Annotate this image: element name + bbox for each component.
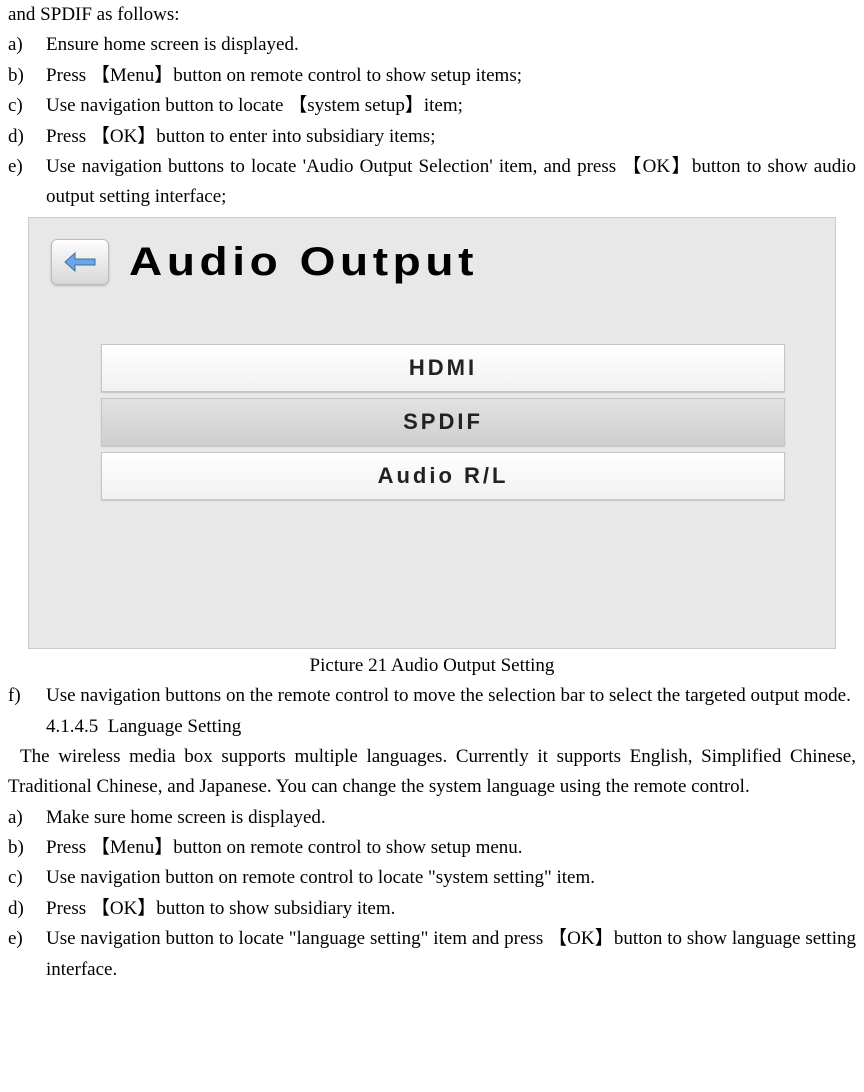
- figure-caption: Picture 21 Audio Output Setting: [8, 651, 856, 681]
- step-text: Press 【OK】button to show subsidiary item…: [46, 894, 856, 924]
- audio-output-figure: Audio Output HDMI SPDIF Audio R/L: [28, 217, 836, 649]
- option-audio-rl[interactable]: Audio R/L: [101, 452, 785, 500]
- section-title: Language Setting: [108, 716, 242, 737]
- step-marker: e): [8, 924, 46, 985]
- step2-d: d) Press 【OK】button to show subsidiary i…: [8, 894, 856, 924]
- step2-b: b) Press 【Menu】button on remote control …: [8, 833, 856, 863]
- back-button[interactable]: [51, 239, 109, 285]
- document-page: and SPDIF as follows: a) Ensure home scr…: [0, 0, 864, 985]
- step-c: c) Use navigation button to locate 【syst…: [8, 91, 856, 121]
- step-text: Use navigation button on remote control …: [46, 863, 856, 893]
- step-e: e) Use navigation buttons to locate 'Aud…: [8, 152, 856, 213]
- step-marker: f): [8, 681, 46, 711]
- audio-output-options: HDMI SPDIF Audio R/L: [101, 344, 785, 506]
- step-a: a) Ensure home screen is displayed.: [8, 30, 856, 60]
- back-arrow-icon: [63, 251, 97, 273]
- step-text: Press 【OK】button to enter into subsidiar…: [46, 122, 856, 152]
- intro-text: and SPDIF as follows:: [8, 0, 856, 30]
- step-marker: b): [8, 833, 46, 863]
- step2-e: e) Use navigation button to locate "lang…: [8, 924, 856, 985]
- step2-a: a) Make sure home screen is displayed.: [8, 803, 856, 833]
- language-paragraph: The wireless media box supports multiple…: [8, 742, 856, 803]
- option-hdmi[interactable]: HDMI: [101, 344, 785, 392]
- section-heading: 4.1.4.5 Language Setting: [46, 712, 856, 742]
- step-marker: d): [8, 894, 46, 924]
- step-b: b) Press 【Menu】button on remote control …: [8, 61, 856, 91]
- step-text: Press 【Menu】button on remote control to …: [46, 61, 856, 91]
- step-text: Ensure home screen is displayed.: [46, 30, 856, 60]
- step-text: Use navigation buttons on the remote con…: [46, 681, 856, 711]
- step-marker: a): [8, 30, 46, 60]
- step-text: Use navigation buttons to locate 'Audio …: [46, 152, 856, 213]
- figure-title: Audio Output: [129, 230, 478, 294]
- step-f: f) Use navigation buttons on the remote …: [8, 681, 856, 711]
- step-marker: e): [8, 152, 46, 213]
- step-marker: c): [8, 91, 46, 121]
- step-marker: d): [8, 122, 46, 152]
- step-marker: c): [8, 863, 46, 893]
- step-text: Use navigation button to locate 【system …: [46, 91, 856, 121]
- section-number: 4.1.4.5: [46, 716, 98, 737]
- step-text: Press 【Menu】button on remote control to …: [46, 833, 856, 863]
- figure-header: Audio Output: [51, 230, 432, 294]
- step-d: d) Press 【OK】button to enter into subsid…: [8, 122, 856, 152]
- step-text: Use navigation button to locate "languag…: [46, 924, 856, 985]
- step-marker: a): [8, 803, 46, 833]
- step2-c: c) Use navigation button on remote contr…: [8, 863, 856, 893]
- step-marker: b): [8, 61, 46, 91]
- option-spdif[interactable]: SPDIF: [101, 398, 785, 446]
- step-text: Make sure home screen is displayed.: [46, 803, 856, 833]
